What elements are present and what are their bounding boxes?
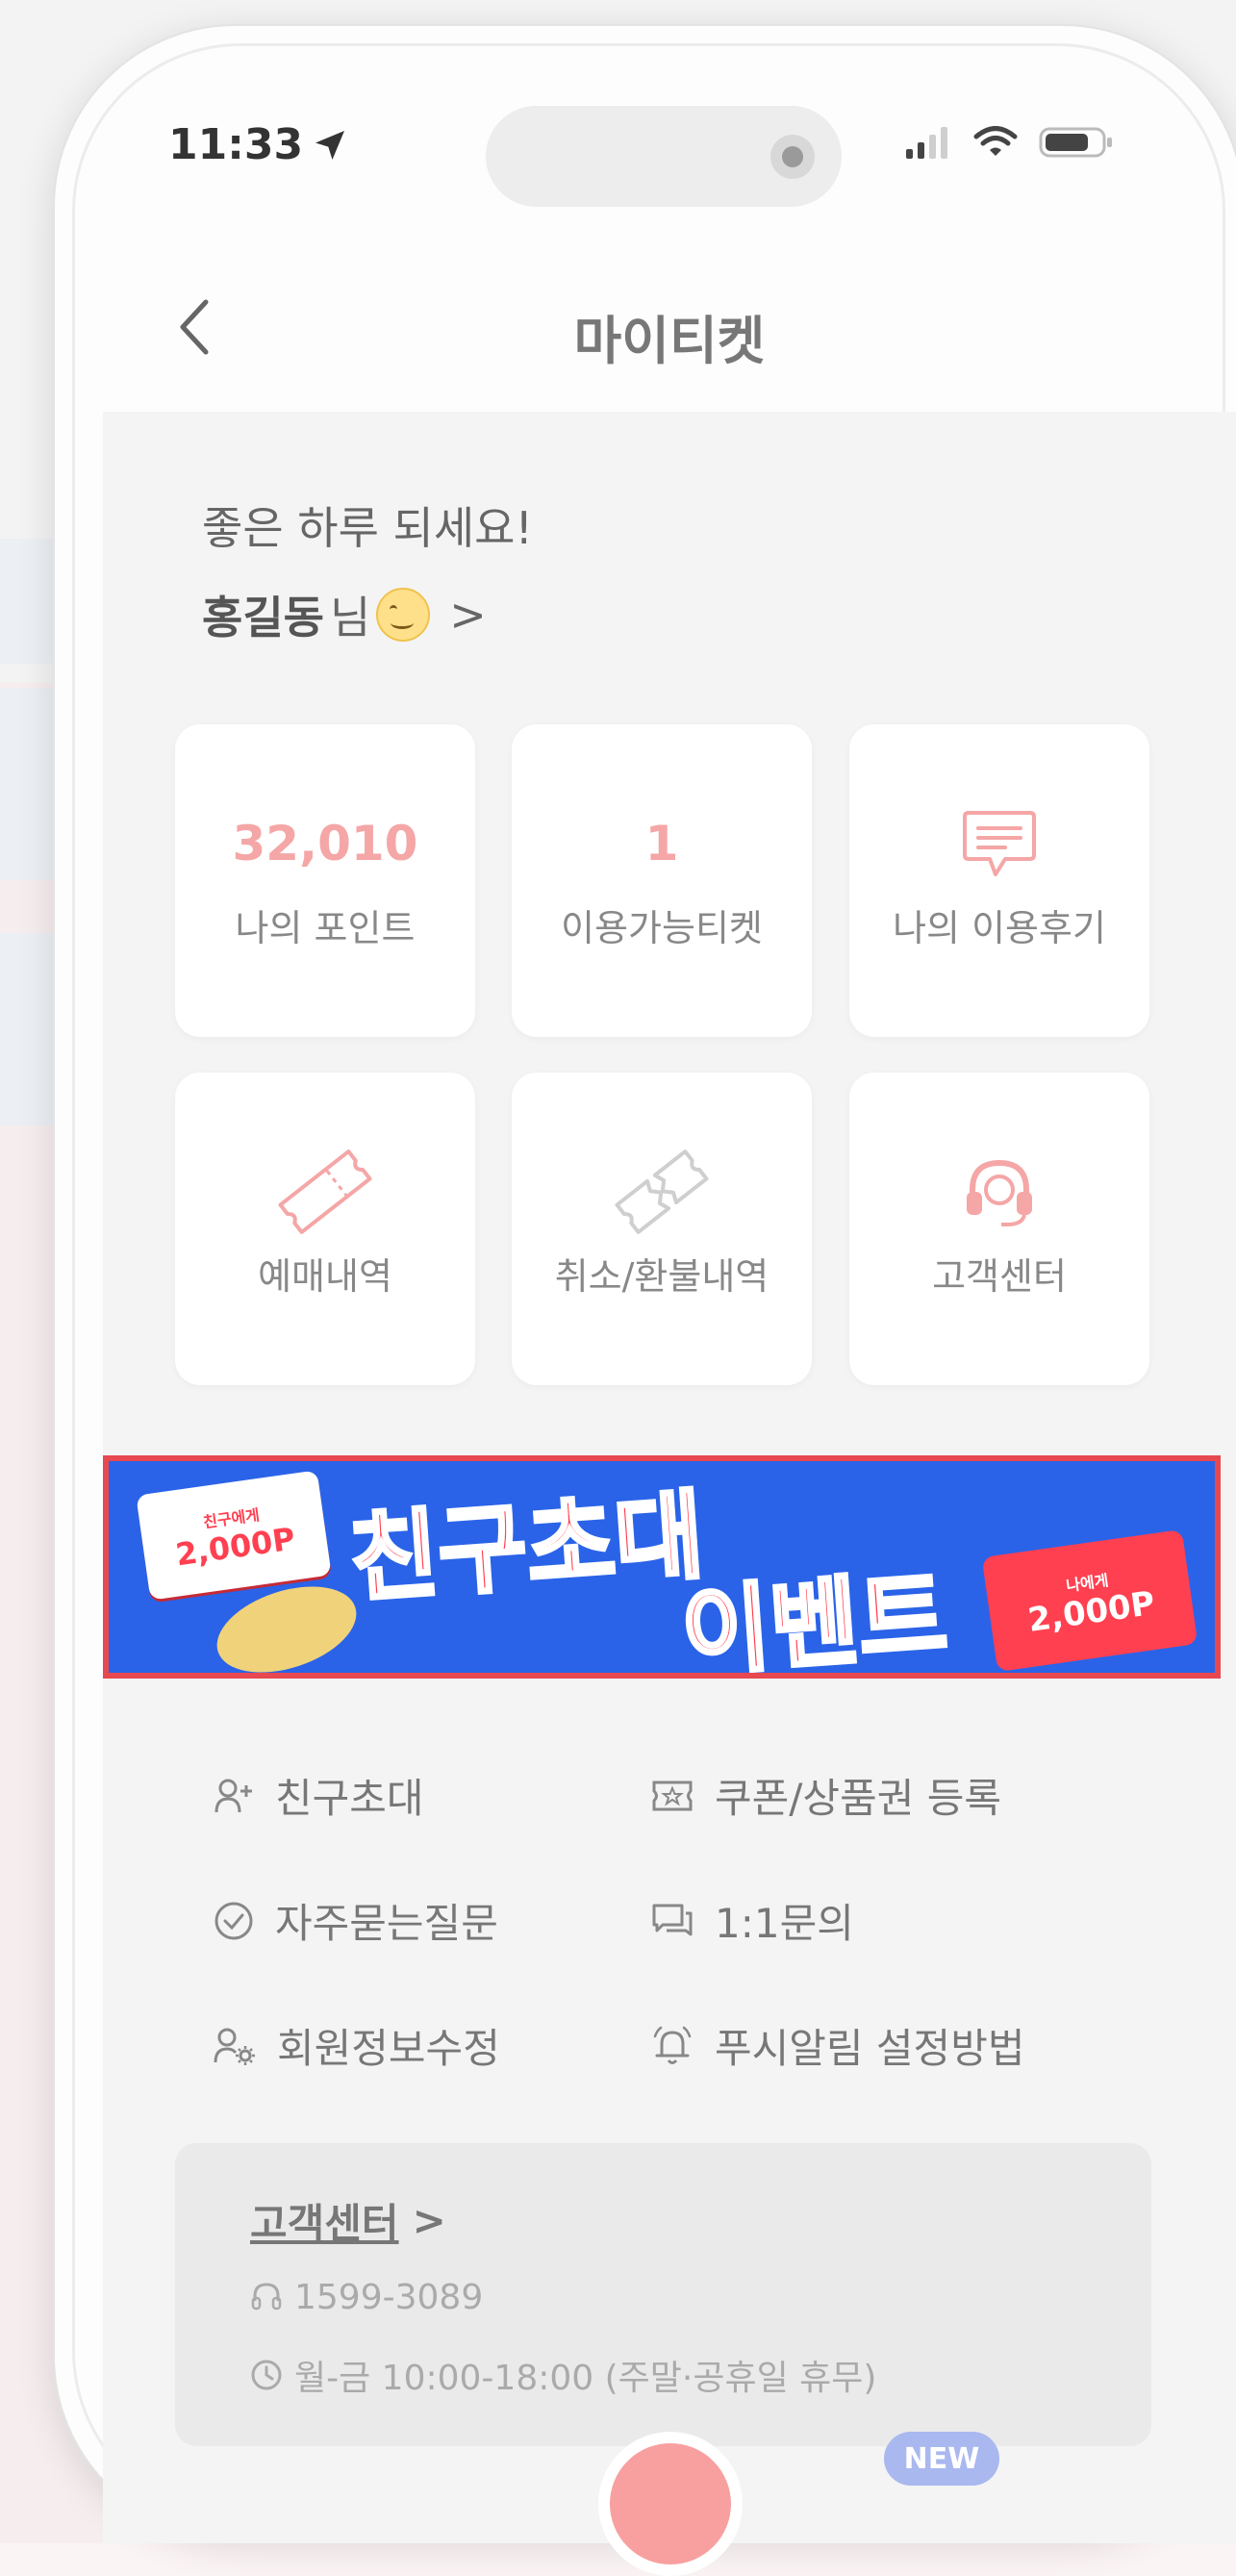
ticket-icon — [272, 1149, 378, 1234]
menu-inquiry-label: 1:1문의 — [715, 1900, 854, 1947]
tickets-value: 1 — [644, 816, 679, 871]
check-circle-icon — [214, 1902, 253, 1939]
main-content: 좋은 하루 되세요! 홍길동 님 > 32,010 나의 포인트 1 이용가능티… — [103, 412, 1236, 2576]
smile-emoji-icon — [376, 588, 431, 642]
invite-event-banner[interactable]: 친구에게 2,000P 친구초대 이벤트 나에게 2,000P — [103, 1455, 1221, 1679]
new-badge: NEW — [884, 2432, 999, 2486]
add-user-icon — [214, 1779, 252, 1812]
customer-center-arrow: > — [412, 2197, 446, 2244]
home-tab-button[interactable] — [598, 2432, 743, 2576]
dynamic-island — [486, 106, 842, 207]
reviews-card[interactable]: 나의 이용후기 — [849, 724, 1149, 1037]
banner-ticket-left: 친구에게 2,000P — [136, 1470, 332, 1601]
customer-center-hours: 월-금 10:00-18:00 (주말·공휴일 휴무) — [250, 2350, 876, 2400]
customer-center-hours-text: 월-금 10:00-18:00 (주말·공휴일 휴무) — [294, 2359, 877, 2398]
tickets-card[interactable]: 1 이용가능티켓 — [512, 724, 812, 1037]
customer-center-phone-text: 1599-3089 — [294, 2278, 484, 2317]
menu-invite-friend-label: 친구초대 — [275, 1775, 424, 1822]
menu-invite-friend[interactable]: 친구초대 — [214, 1766, 424, 1825]
menu-push-settings[interactable]: 푸시알림 설정방법 — [651, 2016, 1024, 2075]
clock-icon — [251, 2360, 282, 2390]
banner-title-line2: 이벤트 — [676, 1556, 952, 1679]
battery-icon — [1039, 127, 1112, 158]
headset-icon — [251, 2282, 282, 2310]
chat-icon — [652, 1904, 693, 1935]
torn-ticket-icon — [609, 1149, 715, 1234]
signal-icon — [906, 127, 947, 159]
wifi-icon — [973, 126, 1018, 156]
points-label: 나의 포인트 — [235, 907, 416, 949]
banner-ticket-left-points: 2,000P — [173, 1520, 298, 1574]
menu-edit-profile[interactable]: 회원정보수정 — [214, 2016, 500, 2075]
camera-icon — [770, 135, 815, 179]
greeting-text: 좋은 하루 되세요! — [202, 502, 533, 554]
customer-center-phone[interactable]: 1599-3089 — [250, 2278, 483, 2317]
page-title: 마이티켓 — [573, 311, 766, 371]
headset-icon — [959, 1158, 1040, 1226]
user-settings-icon — [214, 2028, 255, 2065]
app-header: 마이티켓 — [103, 245, 1236, 409]
points-card[interactable]: 32,010 나의 포인트 — [175, 724, 475, 1037]
menu-edit-profile-label: 회원정보수정 — [277, 2025, 500, 2072]
menu-faq[interactable]: 자주묻는질문 — [214, 1891, 498, 1950]
reviews-label: 나의 이용후기 — [893, 907, 1106, 949]
background-shape — [0, 688, 58, 880]
customer-center-box: 고객센터 > 1599-3089 월-금 10:00-18:00 (주말·공휴일… — [175, 2143, 1151, 2446]
refunds-card[interactable]: 취소/환불내역 — [512, 1073, 812, 1385]
support-card[interactable]: 고객센터 — [849, 1073, 1149, 1385]
user-suffix: 님 — [329, 592, 371, 644]
menu-faq-label: 자주묻는질문 — [275, 1900, 498, 1947]
customer-center-link[interactable]: 고객센터 > — [250, 2191, 446, 2250]
banner-title-line1: 친구초대 — [344, 1477, 709, 1617]
reservations-card[interactable]: 예매내역 — [175, 1073, 475, 1385]
user-name: 홍길동 — [202, 592, 324, 644]
review-icon — [961, 810, 1038, 877]
status-time: 11:33 — [168, 120, 349, 169]
status-icons — [904, 125, 1114, 160]
reservations-label: 예매내역 — [258, 1255, 392, 1298]
location-arrow-icon — [315, 130, 345, 160]
menu-coupon-register[interactable]: 쿠폰/상품권 등록 — [651, 1766, 1001, 1825]
points-value: 32,010 — [232, 816, 418, 871]
support-label: 고객센터 — [932, 1255, 1067, 1298]
customer-center-title: 고객센터 — [250, 2200, 399, 2247]
status-time-text: 11:33 — [168, 120, 304, 169]
coupon-icon — [652, 1780, 693, 1810]
background-shape — [0, 539, 58, 664]
banner-ticket-right: 나에게 2,000P — [981, 1528, 1198, 1673]
refunds-label: 취소/환불내역 — [554, 1255, 769, 1298]
menu-coupon-register-label: 쿠폰/상품권 등록 — [715, 1775, 1001, 1822]
tickets-label: 이용가능티켓 — [561, 907, 763, 949]
background-shape — [0, 933, 58, 1125]
menu-push-settings-label: 푸시알림 설정방법 — [715, 2025, 1025, 2072]
menu-inquiry[interactable]: 1:1문의 — [651, 1891, 854, 1950]
profile-link[interactable]: 홍길동 님 > — [202, 583, 487, 646]
bell-icon — [653, 2026, 692, 2064]
profile-arrow: > — [449, 589, 487, 641]
banner-ticket-right-points: 2,000P — [1025, 1583, 1158, 1640]
